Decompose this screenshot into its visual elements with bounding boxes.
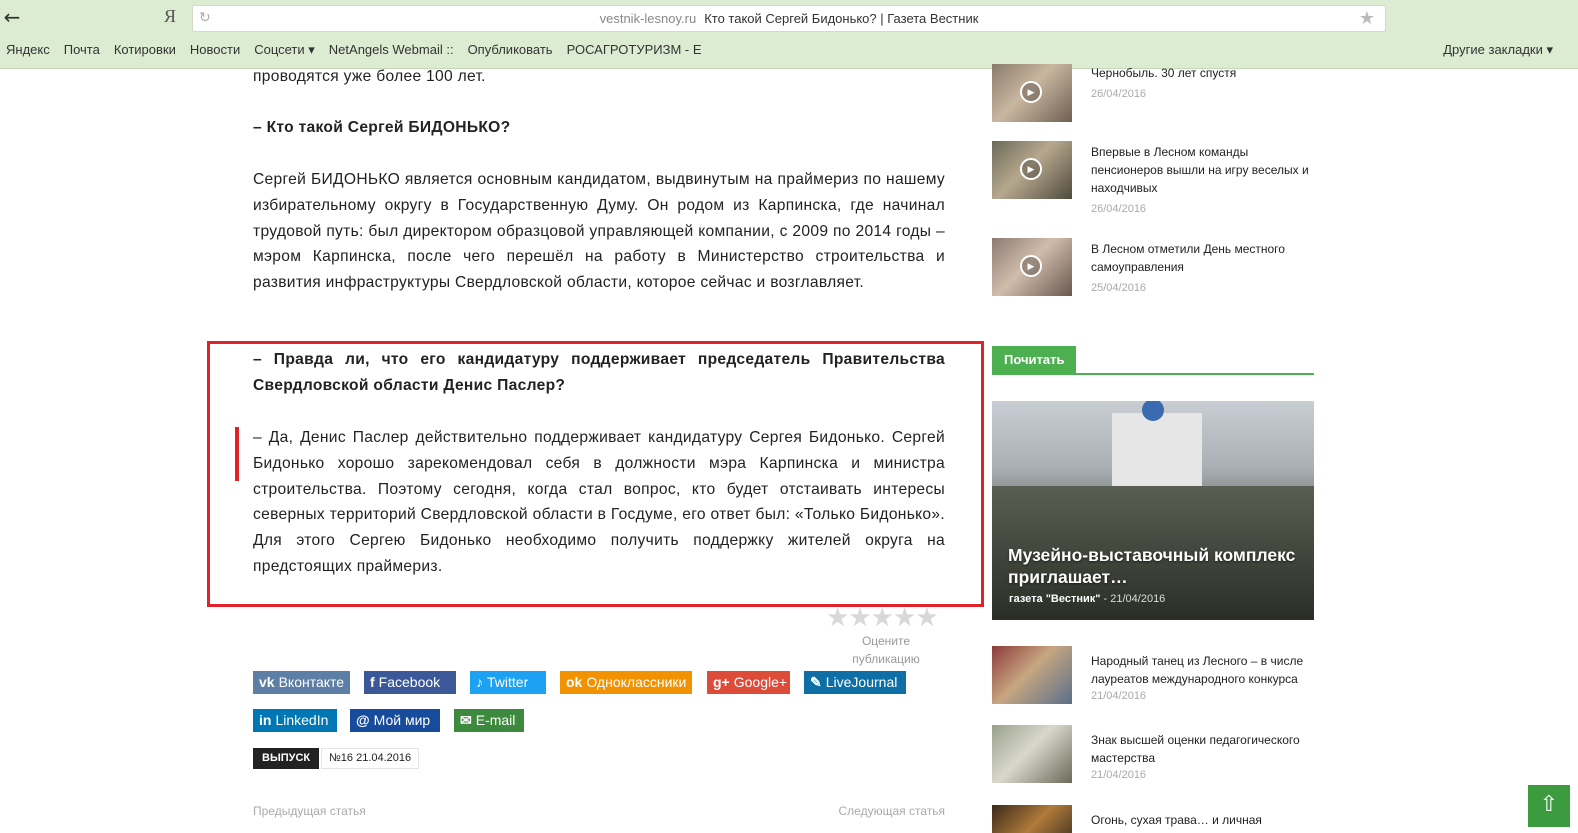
linkedin-icon: in — [259, 712, 272, 728]
url-text[interactable]: vestnik-lesnoy.ru Кто такой Сергей Бидонь… — [193, 11, 1385, 26]
feature-author[interactable]: газета "Вестник" — [1009, 593, 1100, 605]
article-thumbnail[interactable] — [992, 725, 1072, 783]
featured-article[interactable]: Музейно-выставочный комплекс приглашает…… — [992, 401, 1314, 620]
article-thumbnail[interactable] — [992, 646, 1072, 704]
other-bookmarks[interactable]: Другие закладки ▾ — [1443, 42, 1553, 58]
bookmark-novosti[interactable]: Новости — [190, 42, 240, 62]
share-label: Мой мир — [373, 712, 431, 728]
share-linkedin-button[interactable]: in LinkedIn — [253, 709, 337, 732]
bookmark-netangels[interactable]: NetAngels Webmail :: — [329, 42, 454, 62]
sidebar-article-item[interactable]: Знак высшей оценки педагогического масте… — [992, 725, 1314, 785]
share-label: LinkedIn — [275, 712, 329, 728]
article-title[interactable]: Огонь, сухая трава… и личная — [1091, 811, 1314, 829]
email-icon: ✉ — [460, 712, 472, 728]
video-title[interactable]: В Лесном отметили День местного самоупра… — [1091, 240, 1314, 276]
star-icon[interactable]: ★ — [893, 603, 916, 633]
article-date: 21/04/2016 — [1091, 769, 1147, 781]
quote-marker — [235, 427, 239, 481]
share-twitter-button[interactable]: ♪ Twitter — [470, 671, 546, 694]
video-title[interactable]: Чернобыль. 30 лет спустя — [1091, 64, 1314, 82]
bookmark-pochta[interactable]: Почта — [64, 42, 100, 62]
video-date: 26/04/2016 — [1091, 203, 1147, 215]
video-thumbnail[interactable]: ▶ — [992, 141, 1072, 199]
video-thumbnail[interactable]: ▶ — [992, 64, 1072, 122]
share-livejournal-button[interactable]: ✎ LiveJournal — [804, 671, 906, 694]
video-date: 26/04/2016 — [1091, 88, 1147, 100]
star-icon[interactable]: ★ — [871, 603, 894, 633]
rating-stars: ★ ★ ★ ★ ★ — [826, 603, 939, 633]
video-thumbnail[interactable]: ▶ — [992, 238, 1072, 296]
play-icon[interactable]: ▶ — [1020, 81, 1042, 103]
article-paragraph: – Да, Денис Паслер действительно поддерж… — [253, 429, 945, 575]
livejournal-icon: ✎ — [810, 674, 822, 690]
share-label: Google+ — [733, 674, 788, 690]
facebook-icon: f — [370, 674, 375, 690]
article-title[interactable]: Народный танец из Лесного – в числе лаур… — [1091, 652, 1314, 688]
vk-icon: vk — [259, 674, 275, 690]
sidebar-video-item[interactable]: ▶ Чернобыль. 30 лет спустя 26/04/2016 — [992, 64, 1314, 124]
bookmark-star-icon[interactable]: ★ — [1359, 8, 1375, 29]
twitter-icon: ♪ — [476, 674, 483, 690]
prev-article-link[interactable]: Предыдущая статья — [253, 804, 366, 818]
star-icon[interactable]: ★ — [848, 603, 871, 633]
article-question: – Кто такой Сергей БИДОНЬКО? — [253, 119, 511, 136]
google-plus-icon: g+ — [713, 674, 730, 690]
page-title: Кто такой Сергей Бидонько? | Газета Вест… — [704, 11, 979, 26]
address-bar[interactable]: ↻ vestnik-lesnoy.ru Кто такой Сергей Бидо… — [192, 5, 1386, 32]
sidebar-video-item[interactable]: ▶ Впервые в Лесном команды пенсионеров в… — [992, 141, 1314, 215]
article-date: 21/04/2016 — [1091, 690, 1147, 702]
article-paragraph: проводятся уже более 100 лет. — [253, 68, 486, 85]
issue-link[interactable]: №16 21.04.2016 — [321, 748, 420, 769]
article-paragraph: Сергей БИДОНЬКО является основным кандид… — [253, 171, 945, 292]
video-date: 25/04/2016 — [1091, 282, 1147, 294]
share-moimir-button[interactable]: @ Мой мир — [350, 709, 440, 732]
share-label: Одноклассники — [586, 674, 687, 690]
star-icon[interactable]: ★ — [826, 603, 849, 633]
bookmarks-bar: Яндекс Почта Котировки Новости Соцсети ▾… — [6, 42, 716, 62]
share-label: Twitter — [487, 674, 529, 690]
feature-image-building — [1112, 413, 1202, 493]
play-icon[interactable]: ▶ — [1020, 158, 1042, 180]
sidebar-video-item[interactable]: ▶ В Лесном отметили День местного самоуп… — [992, 238, 1314, 298]
moimir-icon: @ — [356, 712, 370, 728]
arrow-up-icon[interactable]: ⇧ — [1528, 785, 1570, 827]
odnoklassniki-icon: ok — [566, 674, 583, 690]
feature-title[interactable]: Музейно-выставочный комплекс приглашает… — [1008, 544, 1298, 588]
feature-meta: газета "Вестник" - 21/04/2016 — [1009, 593, 1166, 605]
play-icon[interactable]: ▶ — [1020, 255, 1042, 277]
section-divider — [992, 373, 1314, 375]
browser-toolbar: ← Я ↻ vestnik-lesnoy.ru Кто такой Сергей … — [0, 0, 1578, 69]
share-label: Facebook — [378, 674, 441, 690]
star-icon[interactable]: ★ — [915, 603, 938, 633]
rating-label: Оцените публикацию — [852, 634, 920, 666]
bookmark-yandex[interactable]: Яндекс — [6, 42, 50, 62]
bookmark-opublikovat[interactable]: Опубликовать — [468, 42, 553, 62]
bookmark-rosagroturizm[interactable]: РОСАГРОТУРИЗМ - Е — [567, 42, 702, 62]
section-tab-pochitat[interactable]: Почитать — [992, 346, 1077, 373]
share-email-button[interactable]: ✉ E-mail — [454, 709, 524, 732]
share-label: Вконтакте — [278, 674, 345, 690]
article-title[interactable]: Знак высшей оценки педагогического масте… — [1091, 731, 1314, 767]
share-label: LiveJournal — [825, 674, 898, 690]
bookmark-kotirovki[interactable]: Котировки — [114, 42, 176, 62]
next-article-link[interactable]: Следующая статья — [839, 804, 945, 818]
share-gplus-button[interactable]: g+ Google+ — [707, 671, 790, 694]
sidebar-article-item[interactable]: Огонь, сухая трава… и личная — [992, 805, 1314, 833]
share-label: E-mail — [475, 712, 516, 728]
yandex-logo[interactable]: Я — [164, 6, 176, 27]
article-question: – Правда ли, что его кандидатуру поддерж… — [253, 351, 945, 394]
share-ok-button[interactable]: ok Одноклассники — [560, 671, 692, 694]
share-facebook-button[interactable]: f Facebook — [364, 671, 456, 694]
issue-label: ВЫПУСК — [253, 748, 320, 769]
back-arrow-icon[interactable]: ← — [2, 6, 22, 28]
url-domain: vestnik-lesnoy.ru — [599, 11, 697, 26]
share-vk-button[interactable]: vk Вконтакте — [253, 671, 350, 694]
sidebar-article-item[interactable]: Народный танец из Лесного – в числе лаур… — [992, 646, 1314, 706]
video-title[interactable]: Впервые в Лесном команды пенсионеров выш… — [1091, 143, 1314, 197]
feature-date: 21/04/2016 — [1110, 593, 1166, 605]
article-thumbnail[interactable] — [992, 805, 1072, 833]
bookmark-sotsseti[interactable]: Соцсети ▾ — [254, 42, 315, 62]
